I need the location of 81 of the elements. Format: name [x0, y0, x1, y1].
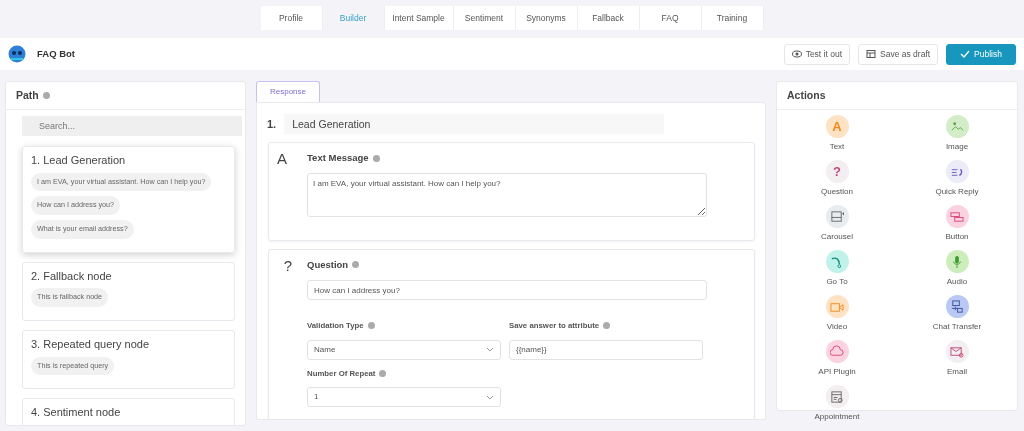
nav-tab[interactable]: Training	[701, 6, 764, 30]
info-icon	[379, 370, 387, 378]
envelope-icon	[950, 344, 964, 359]
step-number: 1.	[267, 116, 277, 132]
eye-icon	[791, 49, 802, 59]
select-value: Name	[314, 343, 336, 356]
action-item[interactable]: Button	[897, 205, 1017, 243]
action-item[interactable]: Go To	[777, 250, 897, 288]
chat-transfer-icon	[950, 299, 964, 314]
action-label: Quick Reply	[935, 186, 979, 198]
robot-logo-icon	[8, 45, 26, 63]
panel-title: Path	[16, 87, 39, 103]
action-label: Chat Transfer	[932, 321, 982, 333]
card-title: Text Message	[307, 151, 369, 165]
action-item[interactable]: Image	[897, 115, 1017, 153]
info-icon	[367, 322, 375, 330]
node-card[interactable]: 4. Sentiment node	[22, 398, 235, 425]
action-item[interactable]: Appointment	[777, 385, 897, 423]
action-item[interactable]: API Plugin	[777, 340, 897, 378]
action-label: Text	[829, 141, 845, 153]
question-icon: ?	[833, 165, 841, 178]
node-title: 1. Lead Generation	[31, 153, 127, 168]
action-label: Appointment	[814, 411, 860, 423]
save-icon	[866, 49, 876, 59]
action-item[interactable]: Audio	[897, 250, 1017, 288]
nav-tab[interactable]: FAQ	[639, 6, 702, 30]
draft-button[interactable]: Save as draft	[858, 43, 939, 65]
search-field[interactable]: Search...	[22, 116, 242, 136]
step-name-field[interactable]: Lead Generation	[284, 114, 665, 134]
nav-tab[interactable]: Sentiment	[453, 6, 516, 30]
info-icon	[42, 92, 50, 99]
question-icon: ?	[277, 257, 299, 419]
action-label: Video	[826, 321, 848, 333]
microphone-icon	[950, 254, 964, 269]
panel-title: Actions	[787, 87, 826, 103]
text-icon: A	[277, 151, 299, 232]
card-plus-icon	[830, 209, 844, 224]
node-title: 2. Fallback node	[31, 268, 113, 284]
buttons-icon	[950, 209, 964, 224]
nav-tab[interactable]: Profile	[260, 6, 323, 30]
action-item[interactable]: ? Question	[777, 160, 897, 198]
attribute-field[interactable]: {{name}}	[509, 339, 703, 360]
question-field[interactable]: How can I address you?	[307, 280, 707, 300]
test-button[interactable]: Test it out	[783, 43, 850, 65]
action-label: Carousel	[821, 231, 853, 243]
cloud-icon	[830, 344, 844, 359]
text-icon: A	[832, 120, 842, 133]
nav-tab[interactable]: Synonyms	[515, 6, 578, 30]
action-item[interactable]: Carousel	[777, 205, 897, 243]
action-item[interactable]: Video	[777, 295, 897, 333]
action-label: Question	[821, 186, 853, 198]
node-title: 4. Sentiment node	[31, 405, 122, 421]
image-icon	[950, 119, 964, 134]
nav-tab[interactable]: Fallback	[577, 6, 640, 30]
bot-name: FAQ Bot	[37, 46, 75, 61]
chevron-down-icon	[486, 394, 494, 400]
action-item[interactable]: Email	[897, 340, 1017, 378]
chevron-down-icon	[486, 347, 494, 353]
node-title: 3. Repeated query node	[31, 337, 151, 353]
action-item[interactable]: A Text	[777, 115, 897, 153]
message-field[interactable]: I am EVA, your virtual assistant. How can I help you?	[307, 173, 707, 218]
action-label: Image	[945, 141, 969, 153]
response-tab[interactable]: Response	[256, 81, 320, 102]
action-label: Go To	[826, 276, 848, 288]
info-icon	[603, 322, 611, 330]
repeat-select[interactable]: 1	[307, 387, 501, 408]
action-label: Audio	[946, 276, 968, 288]
action-label: API Plugin	[818, 366, 856, 378]
calendar-icon	[830, 389, 844, 404]
action-label: Button	[945, 231, 969, 243]
validation-select[interactable]: Name	[307, 339, 501, 360]
curved-arrow-icon	[830, 254, 844, 269]
check-icon	[960, 49, 971, 59]
nav-tab[interactable]: Intent Sample	[384, 6, 454, 30]
action-item[interactable]: Quick Reply	[897, 160, 1017, 198]
info-icon	[352, 261, 360, 269]
card-title: Question	[307, 257, 349, 272]
action-item[interactable]: Chat Transfer	[897, 295, 1017, 333]
action-label: Email	[947, 366, 967, 378]
info-icon	[372, 154, 380, 162]
select-value: 1	[314, 391, 319, 404]
